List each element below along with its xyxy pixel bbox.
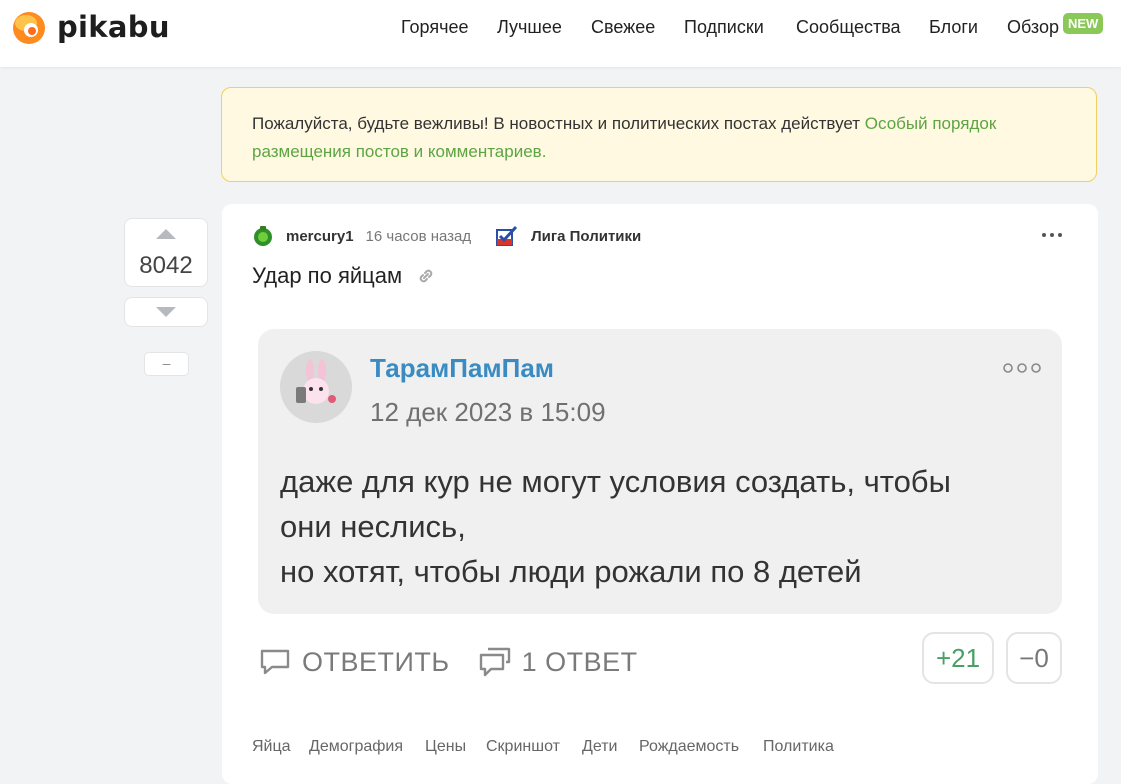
reply-label: ОТВЕТИТЬ	[302, 646, 450, 677]
screenshot-avatar	[280, 351, 352, 423]
author-name[interactable]: mercury1	[286, 228, 354, 245]
comment-screenshot: ТарамПамПам 12 дек 2023 в 15:09 даже для…	[258, 329, 1062, 614]
screenshot-line: но хотят, чтобы люди рожали по 8 детей	[280, 554, 862, 589]
screenshot-comment-text: даже для кур не могут условия создать, ч…	[280, 459, 1040, 594]
notice-text: Пожалуйста, будьте вежливы! В новостных …	[252, 114, 865, 133]
story-card: mercury1 16 часов назад Лига Политики Уд…	[222, 204, 1098, 784]
replies-bubble-icon	[479, 647, 510, 677]
tag-prices[interactable]: Цены	[425, 738, 466, 756]
tag-politics[interactable]: Политика	[763, 738, 834, 756]
pikabu-logo-icon	[13, 12, 45, 44]
tag-birthrate[interactable]: Рождаемость	[639, 738, 739, 756]
story-title[interactable]: Удар по яйцам	[252, 263, 402, 289]
reply-bubble-icon	[260, 649, 290, 675]
nav-best[interactable]: Лучшее	[497, 16, 562, 38]
screenshot-minus-votes: −0	[1006, 632, 1062, 684]
ballot-check-icon[interactable]	[495, 224, 519, 248]
screenshot-line: они неслись,	[280, 509, 466, 544]
tag-children[interactable]: Дети	[582, 738, 617, 756]
story-title-row: Удар по яйцам	[252, 263, 436, 289]
community-name[interactable]: Лига Политики	[531, 228, 641, 245]
replies-count-label: 1 ОТВЕТ	[521, 646, 638, 677]
link-icon[interactable]	[416, 266, 436, 286]
screenshot-author: ТарамПамПам	[370, 353, 555, 383]
tag-screenshot[interactable]: Скриншот	[486, 738, 560, 756]
nav-overview[interactable]: Обзор	[1007, 16, 1059, 38]
bunny-avatar-icon	[280, 351, 352, 423]
nav-hot[interactable]: Горячее	[401, 16, 469, 38]
screenshot-actions: ОТВЕТИТЬ 1 ОТВЕТ	[258, 636, 638, 688]
post-time[interactable]: 16 часов назад	[366, 228, 472, 245]
screenshot-date: 12 дек 2023 в 15:09	[370, 397, 606, 427]
tag-demography[interactable]: Демография	[309, 738, 403, 756]
nav-fresh[interactable]: Свежее	[591, 16, 655, 38]
collapse-button[interactable]: –	[144, 352, 189, 376]
vote-down-button[interactable]	[124, 297, 208, 327]
story-meta: mercury1 16 часов назад Лига Политики	[252, 224, 641, 248]
arrow-up-icon	[156, 229, 176, 239]
nav-communities[interactable]: Сообщества	[796, 16, 901, 38]
vote-up-button[interactable]: 8042	[124, 218, 208, 287]
more-options-icon[interactable]	[1040, 225, 1064, 245]
screenshot-plus-votes: +21	[922, 632, 994, 684]
nav-subscriptions[interactable]: Подписки	[684, 16, 764, 38]
logo-text: pikabu	[57, 10, 170, 44]
screenshot-line: даже для кур не могут условия создать, ч…	[280, 464, 951, 499]
story-rating: 8042	[139, 252, 193, 279]
nav-blogs[interactable]: Блоги	[929, 16, 978, 38]
arrow-down-icon	[156, 307, 176, 317]
politeness-notice: Пожалуйста, будьте вежливы! В новостных …	[221, 87, 1097, 182]
logo[interactable]: pikabu	[11, 9, 170, 45]
site-header: pikabu Горячее Лучшее Свежее Подписки Со…	[0, 0, 1121, 67]
screenshot-more-icon	[1003, 363, 1041, 373]
tag-eggs[interactable]: Яйца	[252, 738, 291, 756]
new-badge: NEW	[1063, 13, 1104, 34]
author-avatar-icon[interactable]	[252, 225, 274, 247]
